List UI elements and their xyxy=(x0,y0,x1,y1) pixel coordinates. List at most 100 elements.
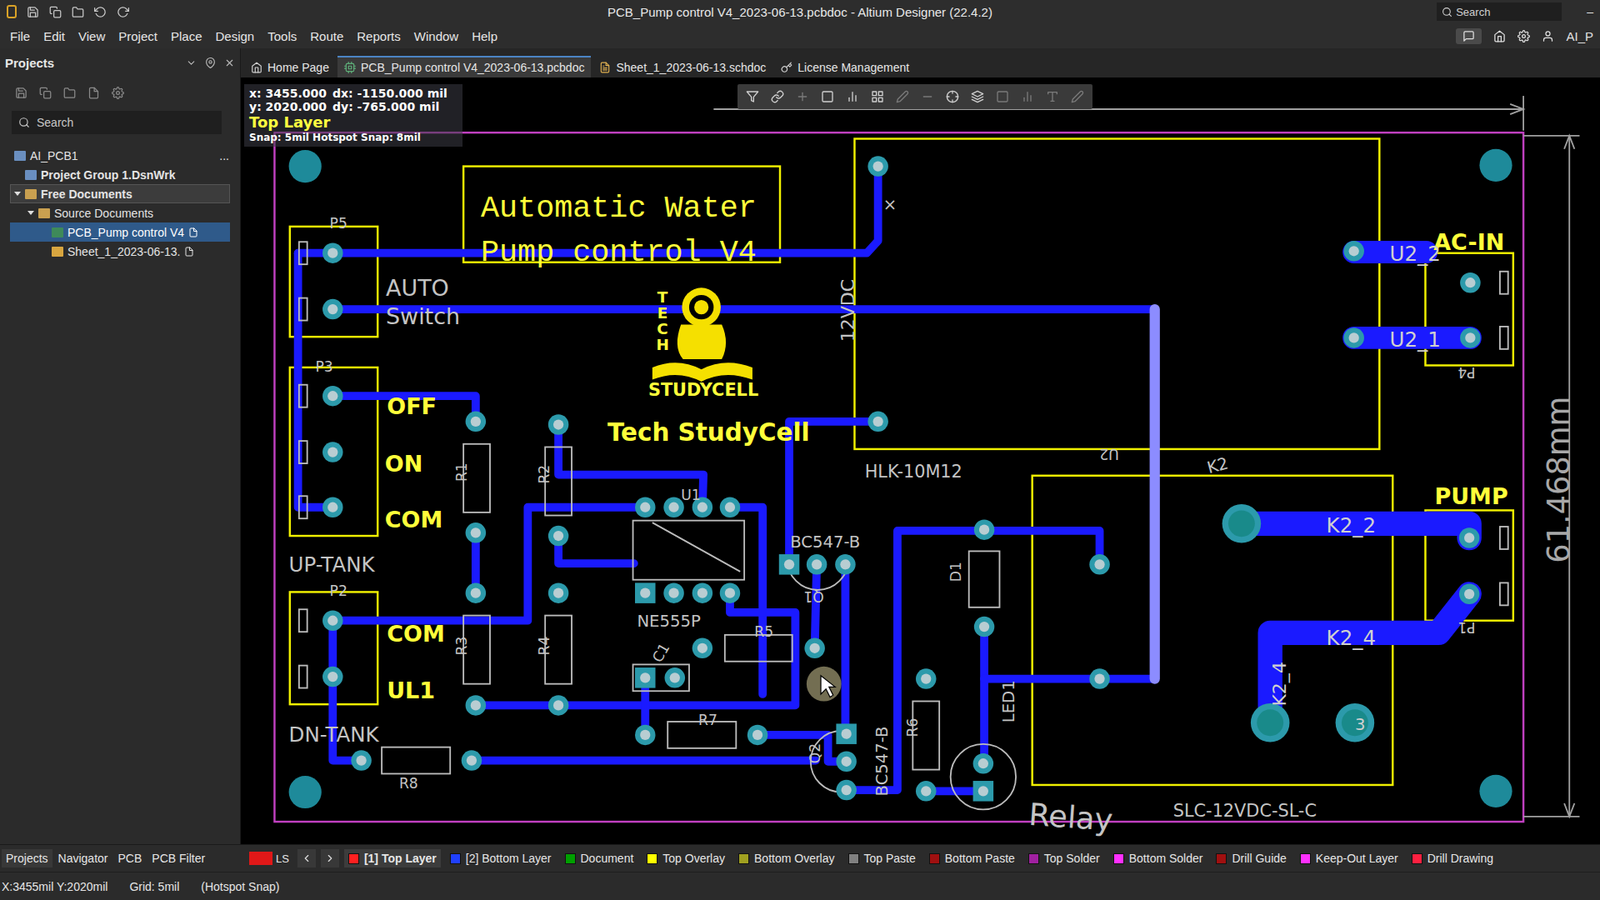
panel-tab[interactable]: PCB xyxy=(114,849,147,868)
board-overlay-label: Relay xyxy=(1027,796,1115,839)
panel-tab[interactable]: Navigator xyxy=(54,849,113,868)
route-icon[interactable] xyxy=(895,90,910,104)
open-icon[interactable] xyxy=(71,5,85,19)
layer-tab[interactable]: Keep-Out Layer xyxy=(1295,849,1403,868)
pin-icon[interactable] xyxy=(205,57,216,69)
gear-icon[interactable] xyxy=(111,86,125,100)
tree-item[interactable]: Sheet_1_2023-06-13. xyxy=(10,241,230,261)
board-mark-label: COM xyxy=(385,506,443,533)
layer-tab[interactable]: Drill Drawing xyxy=(1407,849,1498,868)
dropdown-icon[interactable] xyxy=(185,57,197,69)
previous-layer-button[interactable] xyxy=(297,849,316,868)
document-tab[interactable]: Sheet_1_2023-06-13.schdoc xyxy=(592,55,773,78)
diff-pair-icon[interactable] xyxy=(920,90,935,104)
panel-tabs: ProjectsNavigatorPCBPCB Filter xyxy=(0,849,241,868)
pcb-canvas[interactable]: Automatic WaterPump control V4P5AUTOSwit… xyxy=(240,77,1600,845)
tree-item[interactable]: Project Group 1.DsnWrk xyxy=(10,165,230,185)
fill-icon[interactable] xyxy=(970,90,985,104)
menu-item[interactable]: Project xyxy=(111,25,165,47)
link-icon[interactable] xyxy=(770,90,785,104)
save-icon[interactable] xyxy=(26,5,40,19)
save-all-icon[interactable] xyxy=(49,5,62,19)
board-overlay-label: R6 xyxy=(904,718,921,738)
mounting-holes xyxy=(289,149,1513,809)
menu-item[interactable]: Edit xyxy=(36,25,72,47)
component-icon[interactable] xyxy=(870,90,885,104)
undo-icon[interactable] xyxy=(94,5,107,19)
document-tab[interactable]: PCB_Pump control V4_2023-06-13.pcbdoc xyxy=(337,55,592,78)
via-icon[interactable] xyxy=(945,90,960,104)
layer-tab[interactable]: Top Overlay xyxy=(642,849,730,868)
folder-icon[interactable] xyxy=(63,86,76,100)
plus-icon[interactable] xyxy=(795,90,810,104)
document-tab[interactable]: License Management xyxy=(774,55,916,78)
redo-icon[interactable] xyxy=(116,5,130,19)
next-layer-button[interactable] xyxy=(320,849,340,868)
menu-item[interactable]: Place xyxy=(164,25,210,47)
board-overlay-label: P5 xyxy=(330,215,348,232)
layer-tab[interactable]: Bottom Solder xyxy=(1109,849,1208,868)
layer-swatch xyxy=(738,853,750,865)
align-icon[interactable] xyxy=(845,90,860,104)
dimension-lines xyxy=(713,95,1580,817)
copy-icon[interactable] xyxy=(39,86,52,100)
board-overlay-label: C1 xyxy=(649,640,674,665)
board-overlay-label: DN-TANK xyxy=(289,723,380,748)
pcb-board[interactable]: Automatic WaterPump control V4P5AUTOSwit… xyxy=(240,77,1600,845)
board-overlay-label: R1 xyxy=(453,462,470,482)
panel-tab[interactable]: PCB Filter xyxy=(147,849,210,868)
layer-swatch xyxy=(1300,853,1311,865)
altium-window: PCB_Pump control V4_2023-06-13.pcbdoc - … xyxy=(0,0,1600,900)
copper-traces[interactable] xyxy=(298,166,1471,792)
global-search[interactable]: Search xyxy=(1436,2,1562,21)
region-icon[interactable] xyxy=(995,90,1010,104)
board-overlay-label: BC547-B xyxy=(790,532,860,552)
chat-button[interactable] xyxy=(1455,28,1482,45)
pads[interactable] xyxy=(322,155,1481,801)
layer-tab[interactable]: Top Paste xyxy=(844,849,920,868)
project-tree: AI_PCB1...Project Group 1.DsnWrkFree Doc… xyxy=(0,142,240,261)
close-icon[interactable] xyxy=(224,57,235,69)
menu-item[interactable]: View xyxy=(71,25,112,47)
account-name[interactable]: AI_P xyxy=(1565,29,1594,44)
menu-item[interactable]: Tools xyxy=(260,25,304,47)
layer-tab[interactable]: [2] Bottom Layer xyxy=(445,849,556,868)
save-icon[interactable] xyxy=(15,86,28,100)
workspace-row[interactable]: AI_PCB1... xyxy=(10,145,230,165)
select-icon[interactable] xyxy=(820,90,835,104)
home-icon xyxy=(250,61,263,74)
menu-item[interactable]: Help xyxy=(465,25,505,47)
text-icon[interactable] xyxy=(1045,90,1060,104)
panel-search[interactable]: Search xyxy=(11,110,222,135)
cursor-icon xyxy=(806,666,842,702)
chart-icon[interactable] xyxy=(1020,90,1035,104)
panel-tab[interactable]: Projects xyxy=(1,849,53,868)
board-overlay-label: R3 xyxy=(453,636,470,656)
layer-tab[interactable]: Document xyxy=(560,849,639,868)
layer-tab[interactable]: Bottom Paste xyxy=(925,849,1020,868)
user-icon[interactable] xyxy=(1541,30,1555,43)
folder-icon xyxy=(25,189,37,200)
layer-set-button[interactable]: LS xyxy=(245,850,293,867)
layer-tab[interactable]: Drill Guide xyxy=(1211,849,1290,868)
minimize-button[interactable]: – xyxy=(1586,5,1594,19)
layer-tab[interactable]: Bottom Overlay xyxy=(734,849,839,868)
menu-item[interactable]: File xyxy=(3,25,37,47)
layer-tab[interactable]: [1] Top Layer xyxy=(344,849,441,868)
menu-item[interactable]: Route xyxy=(303,25,350,47)
line-icon[interactable] xyxy=(1070,90,1085,104)
menu-item[interactable]: Window xyxy=(407,25,465,47)
tree-item[interactable]: PCB_Pump control V4 xyxy=(10,222,230,242)
home-icon[interactable] xyxy=(1493,30,1506,43)
menu-item[interactable]: Design xyxy=(209,25,262,47)
projects-panel: ProjectsSearchAI_PCB1...Project Group 1.… xyxy=(0,48,241,845)
menu-item[interactable]: Reports xyxy=(350,25,408,47)
filter-icon[interactable] xyxy=(745,90,760,104)
tree-item[interactable]: Free Documents xyxy=(10,184,230,204)
tree-item[interactable]: Source Documents xyxy=(10,203,230,223)
file-icon[interactable] xyxy=(87,86,100,100)
title-bar: PCB_Pump control V4_2023-06-13.pcbdoc - … xyxy=(0,0,1600,24)
gear-icon[interactable] xyxy=(1517,30,1530,43)
document-tab[interactable]: Home Page xyxy=(244,55,336,78)
layer-tab[interactable]: Top Solder xyxy=(1024,849,1105,868)
